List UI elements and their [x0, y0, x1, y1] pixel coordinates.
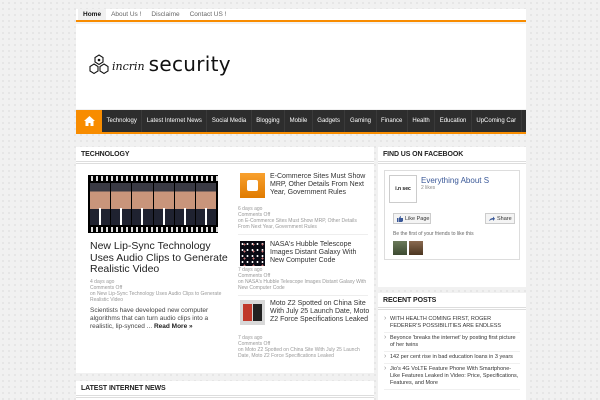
- video-frame: [195, 183, 217, 225]
- hexagon-logo-icon: [89, 54, 109, 75]
- nav-technology[interactable]: Technology: [102, 110, 143, 132]
- facebook-like-count: 2 likes: [421, 185, 436, 191]
- video-frame: [132, 183, 153, 225]
- featured-image[interactable]: [88, 175, 218, 233]
- nav-health[interactable]: Health: [408, 110, 436, 132]
- recent-post-link[interactable]: Beyonce 'breaks the internet' by posting…: [384, 333, 520, 352]
- nav-gadgets[interactable]: Gadgets: [313, 110, 346, 132]
- featured-post-excerpt: Scientists have developed new computer a…: [90, 307, 230, 331]
- topnav-disclaimer[interactable]: Disclaime: [146, 9, 184, 20]
- post-title[interactable]: E-Commerce Sites Must Show MRP, Other De…: [270, 173, 370, 197]
- post-comments-on: on Moto Z2 Spotted on China Site With Ju…: [238, 347, 360, 359]
- post-meta: 7 days ago Comments Off on NASA's Hubble…: [238, 267, 368, 291]
- nav-finance[interactable]: Finance: [377, 110, 408, 132]
- recent-posts-widget: RECENT POSTS WITH HEALTH COMING FIRST, R…: [378, 293, 526, 400]
- section-title-technology: TECHNOLOGY: [76, 147, 374, 164]
- nav-latest-internet-news[interactable]: Latest Internet News: [142, 110, 208, 132]
- recent-post-link[interactable]: 142 per cent rise in bad education loans…: [384, 352, 520, 364]
- nav-blogging[interactable]: Blogging: [252, 110, 286, 132]
- recent-posts-list: WITH HEALTH COMING FIRST, ROGER FEDERER'…: [378, 310, 526, 390]
- featured-post-title[interactable]: New Lip-Sync Technology Uses Audio Clips…: [90, 240, 230, 276]
- featured-post-meta: 4 days ago Comments Off on New Lip-Sync …: [90, 279, 230, 303]
- film-strip-bottom: [88, 227, 218, 232]
- post-comments-on: on NASA's Hubble Telescope Images Distan…: [238, 279, 367, 291]
- section-title-latest: LATEST INTERNET NEWS: [76, 381, 374, 398]
- top-nav: Home About Us ! Disclaime Contact US !: [76, 9, 526, 22]
- nav-upcoming-car[interactable]: UpComing Car: [472, 110, 522, 132]
- post-meta: 7 days ago Comments Off on Moto Z2 Spott…: [238, 335, 368, 359]
- avatar[interactable]: [409, 241, 423, 255]
- video-frame: [111, 183, 132, 225]
- video-frame: [90, 183, 111, 225]
- facebook-page-logo[interactable]: i.n sec: [389, 175, 417, 203]
- film-strip-top: [88, 176, 218, 181]
- nav-education[interactable]: Education: [435, 110, 472, 132]
- section-title-facebook: FIND US ON FACEBOOK: [378, 147, 526, 164]
- section-title-recent: RECENT POSTS: [378, 293, 526, 310]
- share-label: Share: [497, 215, 512, 222]
- read-more-link[interactable]: Read More »: [154, 323, 193, 330]
- video-frame: [174, 183, 195, 225]
- post-meta: 6 days ago Comments Off on E-Commerce Si…: [238, 206, 368, 230]
- home-button[interactable]: [76, 110, 102, 132]
- post-thumbnail[interactable]: [240, 241, 265, 266]
- thumbs-up-icon: [397, 215, 403, 222]
- recent-post-link[interactable]: Jio's 4G VoLTE Feature Phone With Smartp…: [384, 364, 520, 390]
- topnav-about[interactable]: About Us !: [106, 9, 146, 20]
- latest-internet-news-section: LATEST INTERNET NEWS: [76, 381, 374, 400]
- post-comments-on: on E-Commerce Sites Must Show MRP, Other…: [238, 218, 357, 230]
- site-header: incrin security: [76, 24, 526, 109]
- logo-text-big: security: [148, 52, 231, 76]
- topnav-home[interactable]: Home: [78, 9, 107, 20]
- page: Home About Us ! Disclaime Contact US ! i…: [0, 0, 600, 400]
- video-frames: [90, 183, 217, 225]
- site-logo[interactable]: incrin security: [88, 52, 231, 76]
- nav-gaming[interactable]: Gaming: [345, 110, 377, 132]
- recent-post-link[interactable]: WITH HEALTH COMING FIRST, ROGER FEDERER'…: [384, 314, 520, 333]
- divider: [238, 234, 368, 235]
- share-icon: [489, 216, 495, 221]
- facebook-widget: FIND US ON FACEBOOK i.n sec Everything A…: [378, 147, 526, 287]
- post-thumbnail[interactable]: [240, 300, 265, 325]
- main-nav: Technology Latest Internet News Social M…: [76, 110, 526, 134]
- nav-social-media[interactable]: Social Media: [207, 110, 252, 132]
- like-label: Like Page: [405, 215, 430, 222]
- technology-section: TECHNOLOGY New Lip-Sync Technology Uses …: [76, 147, 374, 373]
- facebook-share-button[interactable]: Share: [485, 213, 515, 224]
- facebook-page-plugin: i.n sec Everything About S 2 likes Like …: [384, 170, 520, 260]
- facebook-page-name[interactable]: Everything About S: [421, 176, 489, 185]
- post-title[interactable]: NASA's Hubble Telescope Images Distant G…: [270, 241, 370, 265]
- video-frame: [153, 183, 174, 225]
- post-thumbnail[interactable]: [240, 173, 265, 198]
- facebook-like-button[interactable]: Like Page: [393, 213, 431, 224]
- divider: [238, 295, 368, 296]
- logo-text-small: incrin: [112, 59, 145, 73]
- nav-mobile[interactable]: Mobile: [285, 110, 313, 132]
- avatar[interactable]: [393, 241, 407, 255]
- home-icon: [83, 116, 95, 126]
- post-title[interactable]: Moto Z2 Spotted on China Site With July …: [270, 300, 370, 324]
- topnav-contact[interactable]: Contact US !: [185, 9, 232, 20]
- facebook-friends: [393, 241, 423, 255]
- post-comments-on: on New Lip-Sync Technology Uses Audio Cl…: [90, 291, 222, 303]
- facebook-friends-text: Be the first of your friends to like thi…: [393, 231, 474, 237]
